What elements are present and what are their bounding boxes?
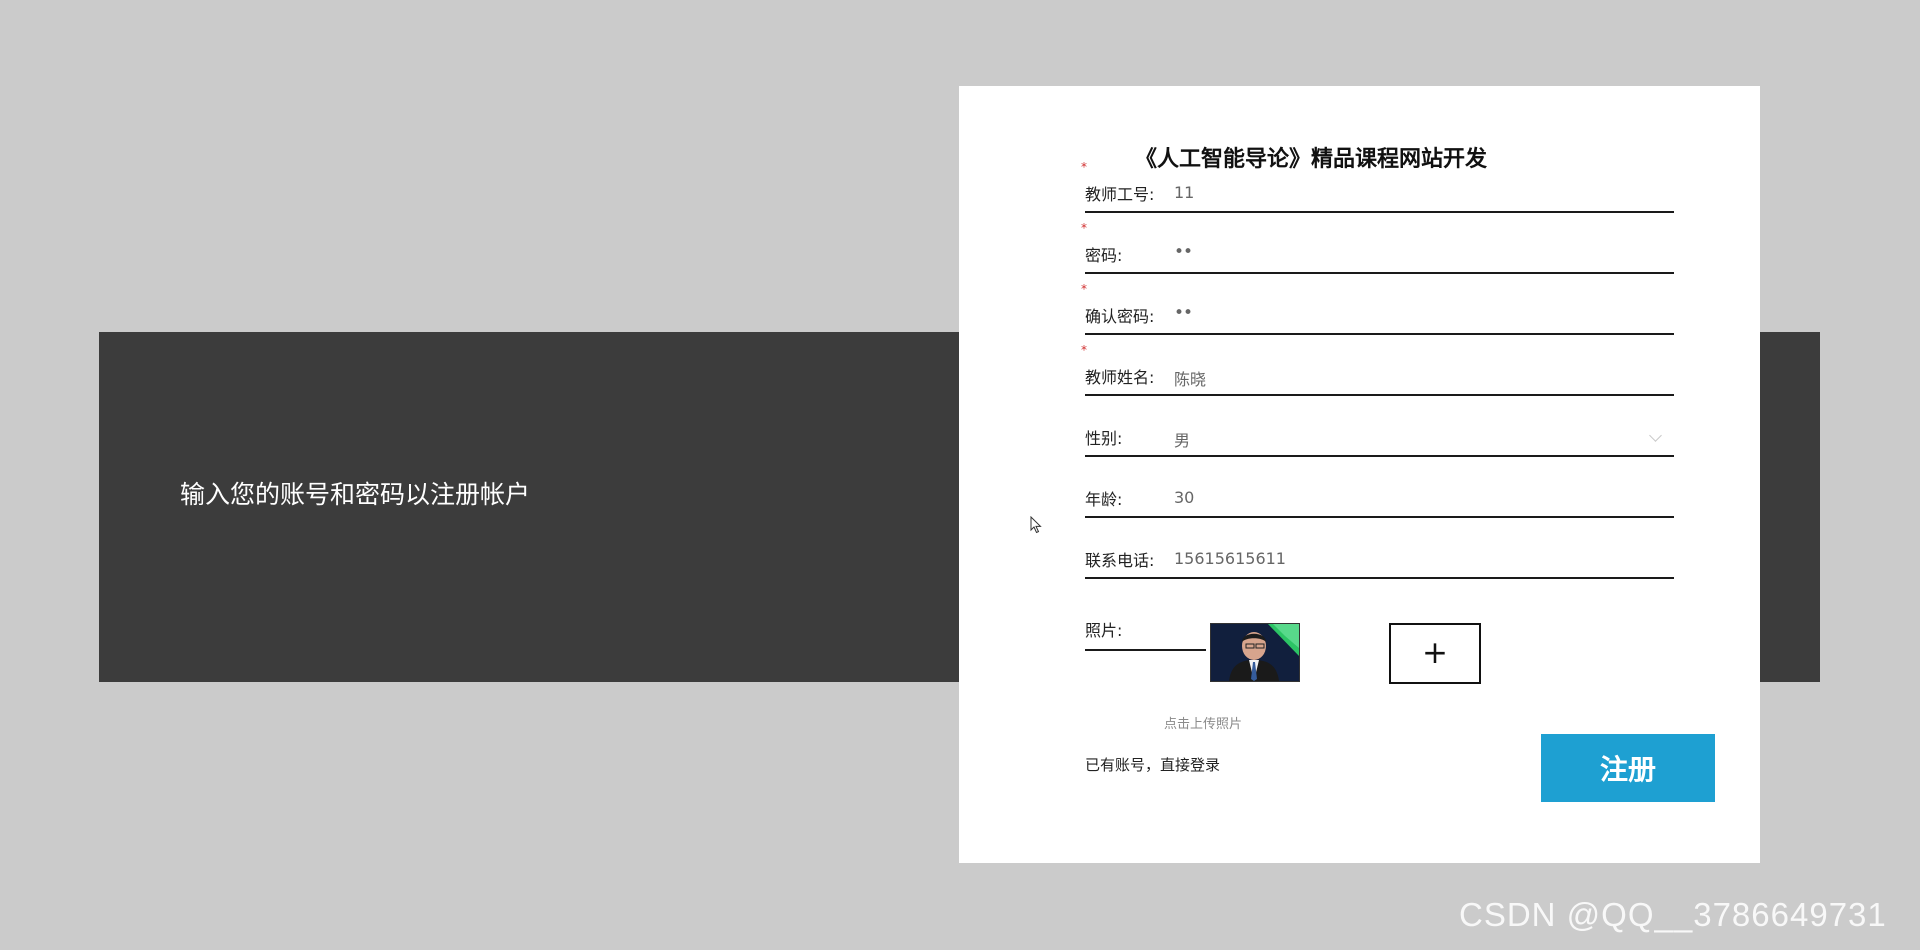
photo-underline [1085, 649, 1206, 651]
registration-card: 《人工智能导论》精品课程网站开发 * 教师工号: 11 * 密码: •• * 确… [959, 86, 1760, 863]
hero-text: 输入您的账号和密码以注册帐户 [180, 480, 531, 509]
gender-value[interactable]: 男 [1174, 427, 1190, 451]
teacher-name-field[interactable]: * 教师姓名: 陈晓 [1081, 343, 1674, 396]
page: 输入您的账号和密码以注册帐户 《人工智能导论》精品课程网站开发 * 教师工号: … [0, 0, 1920, 950]
age-field[interactable]: 年龄: 30 [1085, 468, 1674, 518]
confirm-password-input[interactable]: •• [1174, 303, 1193, 323]
photo-field: 照片: [1085, 523, 1206, 651]
password-label: 密码: [1085, 246, 1123, 265]
chevron-down-icon[interactable] [1649, 429, 1662, 442]
gender-select[interactable]: 性别: 男 [1085, 407, 1674, 457]
password-input[interactable]: •• [1174, 242, 1193, 262]
password-field[interactable]: * 密码: •• [1081, 221, 1674, 274]
required-mark: * [1081, 282, 1087, 296]
required-mark: * [1081, 221, 1087, 235]
teacher-id-field[interactable]: * 教师工号: 11 [1081, 160, 1674, 213]
login-link[interactable]: 已有账号，直接登录 [1085, 754, 1220, 775]
photo-thumbnail[interactable] [1210, 623, 1300, 682]
watermark: CSDN @QQ__3786649731 [1459, 896, 1887, 933]
gender-label: 性别: [1085, 429, 1123, 448]
register-button[interactable]: 注册 [1541, 734, 1715, 802]
teacher-id-label: 教师工号: [1085, 185, 1155, 204]
teacher-name-input[interactable]: 陈晓 [1174, 366, 1206, 390]
age-label: 年龄: [1085, 490, 1123, 509]
photo-label: 照片: [1085, 621, 1123, 640]
teacher-photo-icon [1211, 624, 1299, 681]
upload-photo-button[interactable]: + [1389, 623, 1481, 684]
confirm-password-field[interactable]: * 确认密码: •• [1081, 282, 1674, 335]
confirm-password-label: 确认密码: [1085, 307, 1155, 326]
upload-hint: 点击上传照片 [1164, 717, 1243, 732]
teacher-id-input[interactable]: 11 [1174, 183, 1194, 202]
required-mark: * [1081, 343, 1087, 357]
required-mark: * [1081, 160, 1087, 174]
mouse-cursor-icon [1030, 516, 1042, 534]
teacher-name-label: 教师姓名: [1085, 368, 1155, 387]
age-input[interactable]: 30 [1174, 488, 1194, 507]
